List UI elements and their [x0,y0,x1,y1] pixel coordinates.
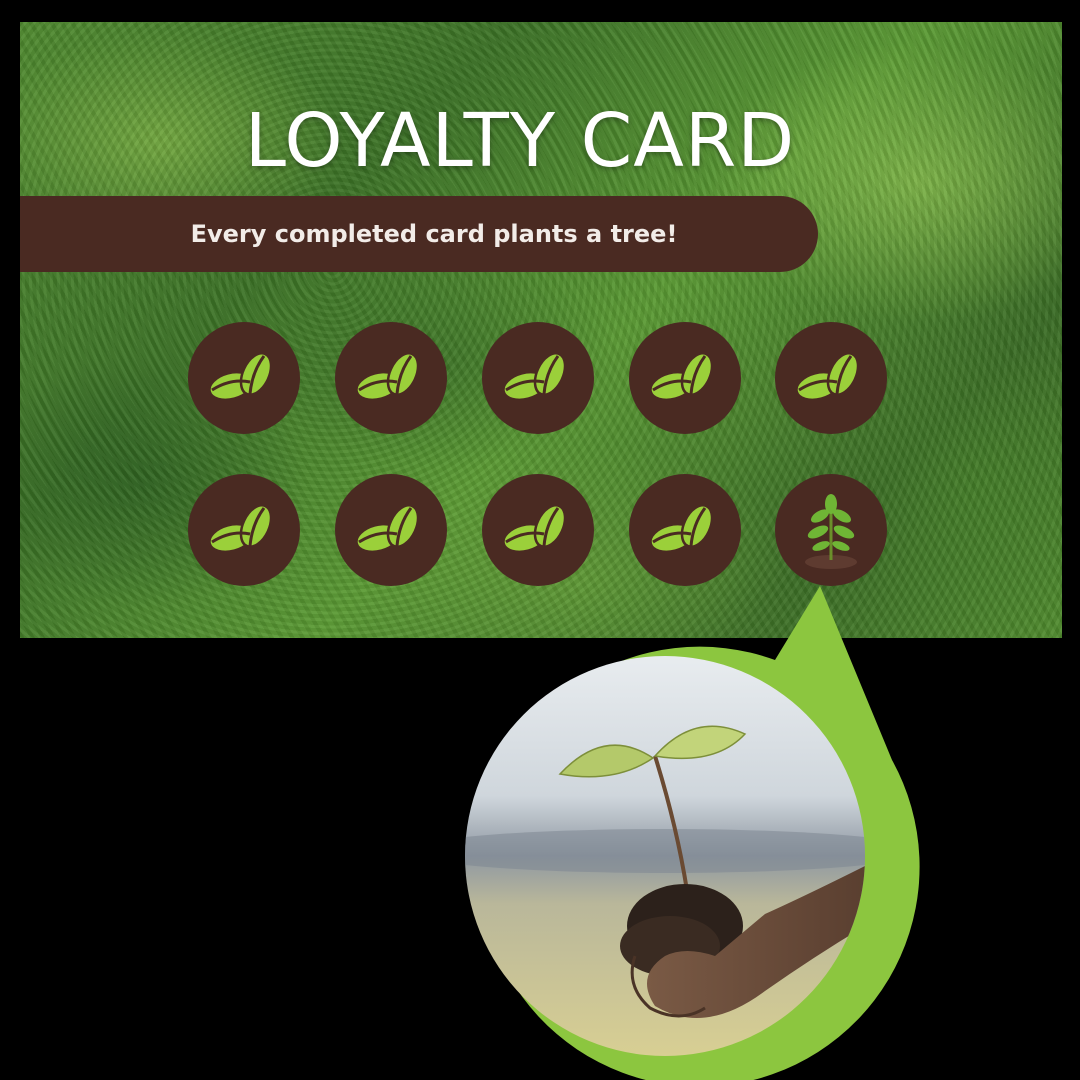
banner-text: Every completed card plants a tree! [190,220,678,248]
loyalty-card: LOYALTY CARD Every completed card plants… [20,22,1062,638]
stamp-slot-7 [335,474,447,586]
card-banner: Every completed card plants a tree! [20,196,818,272]
sapling-icon [805,494,857,569]
coffee-beans-icon [502,504,567,554]
stamp-slot-4 [629,322,741,434]
stamp-slot-8 [482,474,594,586]
stamp-slot-3 [482,322,594,434]
coffee-beans-icon [649,504,714,554]
stamp-slot-10 [775,474,887,586]
stamp-slot-9 [629,474,741,586]
coffee-beans-icon [355,504,420,554]
stage: LOYALTY CARD Every completed card plants… [0,0,1080,1080]
stamp-slot-2 [335,322,447,434]
sapling-in-hands-photo [465,656,865,1056]
stamp-slot-1 [188,322,300,434]
stamp-slot-5 [775,322,887,434]
coffee-beans-icon [208,352,273,402]
coffee-beans-icon [502,352,567,402]
coffee-beans-icon [649,352,714,402]
coffee-beans-icon [795,352,860,402]
coffee-beans-icon [208,504,273,554]
card-title: LOYALTY CARD [244,98,796,184]
stamp-slot-6 [188,474,300,586]
coffee-beans-icon [355,352,420,402]
